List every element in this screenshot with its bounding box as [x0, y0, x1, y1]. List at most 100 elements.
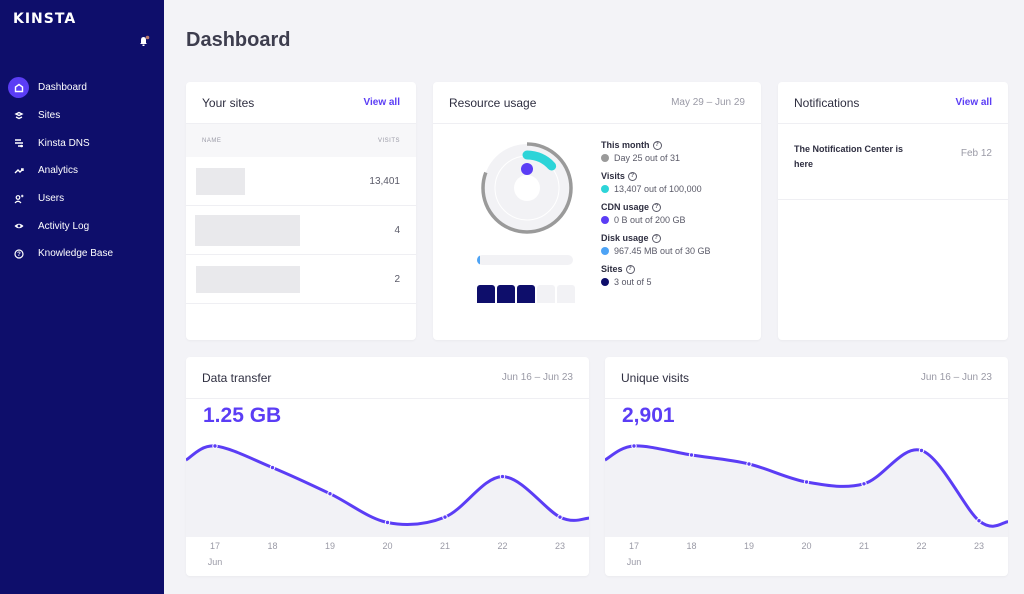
- help-icon[interactable]: ?: [625, 264, 635, 274]
- your-sites-card: Your sites View all NAME VISITS 13,401 4 2: [186, 82, 416, 340]
- gray-dot-icon: [601, 154, 609, 162]
- data-point[interactable]: [442, 514, 448, 520]
- area-chart: [605, 443, 1008, 537]
- data-point[interactable]: [327, 491, 333, 497]
- help-icon[interactable]: ?: [652, 202, 662, 212]
- help-icon[interactable]: ?: [651, 233, 661, 243]
- data-point[interactable]: [384, 519, 391, 526]
- sidebar-item-knowledge-base[interactable]: ? Knowledge Base: [0, 240, 164, 268]
- data-point[interactable]: [212, 443, 218, 449]
- sidebar-item-sites[interactable]: Sites: [0, 102, 164, 130]
- card-title: Unique visits: [621, 370, 690, 385]
- svg-text:?: ?: [17, 252, 21, 258]
- card-title: Data transfer: [202, 370, 272, 385]
- legend-visits: Visits? 13,407 out of 100,000: [601, 171, 702, 194]
- site-block: [557, 285, 575, 303]
- sidebar-item-label: Dashboard: [38, 82, 87, 94]
- visits-value: 4: [394, 224, 400, 236]
- sidebar-item-analytics[interactable]: Analytics: [0, 157, 164, 185]
- sidebar-nav: Dashboard Sites Kinsta DNS Analytics Use…: [0, 74, 164, 268]
- help-icon: ?: [8, 243, 29, 264]
- layers-icon: [8, 105, 29, 126]
- sidebar-item-dashboard[interactable]: Dashboard: [0, 74, 164, 102]
- purple-dot-icon: [601, 216, 609, 224]
- view-all-sites-link[interactable]: View all: [363, 97, 400, 108]
- sidebar-item-label: Users: [38, 193, 65, 205]
- column-visits[interactable]: VISITS: [378, 138, 400, 144]
- table-row[interactable]: 2: [186, 255, 416, 304]
- x-tick-label: 21: [858, 541, 869, 551]
- data-point[interactable]: [631, 443, 637, 449]
- card-title: Notifications: [794, 95, 860, 110]
- x-tick-label: 23: [554, 541, 565, 551]
- x-tick-label: 17: [209, 541, 220, 551]
- usage-rings: [481, 142, 573, 234]
- date-range: May 29 – Jun 29: [671, 97, 745, 108]
- sidebar-item-label: Sites: [38, 110, 61, 122]
- x-tick-label: 20: [382, 541, 393, 551]
- x-tick-label: 22: [497, 541, 508, 551]
- data-point[interactable]: [976, 518, 982, 524]
- data-point[interactable]: [688, 452, 695, 458]
- x-tick-label: 19: [743, 541, 754, 551]
- eye-icon: [8, 216, 29, 237]
- table-row[interactable]: 4: [186, 206, 416, 255]
- home-icon: [8, 77, 29, 99]
- legend-this-month: This month? Day 25 out of 31: [601, 140, 681, 163]
- site-name-placeholder[interactable]: [196, 265, 300, 293]
- cdn-ring: [521, 163, 533, 175]
- legend-sites: Sites? 3 out of 5: [601, 264, 652, 287]
- date-range: Jun 16 – Jun 23: [501, 372, 573, 383]
- data-point[interactable]: [746, 461, 752, 467]
- blue-dot-icon: [601, 247, 609, 255]
- site-name-placeholder[interactable]: [196, 167, 245, 195]
- sidebar-item-users[interactable]: Users: [0, 185, 164, 213]
- data-point[interactable]: [861, 481, 867, 487]
- table-row[interactable]: 13,401: [186, 157, 416, 206]
- site-block: [517, 285, 535, 303]
- sidebar-item-label: Activity Log: [38, 220, 90, 232]
- x-tick-label: 22: [916, 541, 927, 551]
- x-tick-label: 17: [628, 541, 639, 551]
- area-chart: [186, 443, 589, 537]
- resource-usage-card: Resource usage May 29 – Jun 29 This month…: [433, 82, 761, 340]
- data-point[interactable]: [269, 464, 276, 471]
- total-value: 2,901: [622, 404, 675, 427]
- sites-usage-blocks: [477, 285, 575, 303]
- view-all-notifications-link[interactable]: View all: [955, 97, 992, 108]
- data-point[interactable]: [918, 447, 925, 454]
- legend-disk: Disk usage? 967.45 MB out of 30 GB: [601, 233, 711, 256]
- bell-icon[interactable]: [138, 35, 150, 47]
- data-point[interactable]: [803, 479, 810, 485]
- data-point[interactable]: [499, 473, 506, 480]
- x-tick-label: 20: [801, 541, 812, 551]
- total-value: 1.25 GB: [203, 404, 282, 427]
- data-transfer-card: Data transfer Jun 16 – Jun 23 1.25 GB 17 1…: [186, 357, 589, 576]
- disk-usage-fill: [477, 255, 481, 265]
- data-point[interactable]: [557, 514, 563, 520]
- sidebar-item-label: Analytics: [38, 165, 79, 177]
- sidebar-item-activity-log[interactable]: Activity Log: [0, 212, 164, 240]
- trend-icon: [8, 160, 29, 181]
- x-tick-label: 18: [686, 541, 697, 551]
- sidebar-item-kinsta-dns[interactable]: Kinsta DNS: [0, 129, 164, 157]
- sidebar: KINSTA Dashboard Sites Kinsta DNS Analyt…: [0, 0, 164, 594]
- help-icon[interactable]: ?: [627, 171, 637, 181]
- x-tick-label: 18: [267, 541, 278, 551]
- table-header: NAME VISITS: [186, 124, 416, 157]
- sidebar-item-label: Kinsta DNS: [38, 137, 90, 149]
- x-tick-label: 21: [439, 541, 450, 551]
- navy-dot-icon: [601, 278, 609, 286]
- site-block: [537, 285, 555, 303]
- area-fill: [605, 445, 1008, 537]
- notification-item[interactable]: The Notification Center is here Feb 12: [778, 124, 1008, 200]
- notifications-card: Notifications View all The Notification C…: [778, 82, 1008, 340]
- site-name-placeholder[interactable]: [195, 214, 300, 246]
- card-title: Your sites: [202, 95, 255, 110]
- column-name[interactable]: NAME: [202, 138, 221, 144]
- help-icon[interactable]: ?: [652, 140, 662, 150]
- legend-cdn: CDN usage? 0 B out of 200 GB: [601, 202, 686, 225]
- kinsta-logo[interactable]: KINSTA: [13, 11, 76, 27]
- visits-value: 2: [394, 273, 400, 285]
- x-tick-label: 19: [324, 541, 335, 551]
